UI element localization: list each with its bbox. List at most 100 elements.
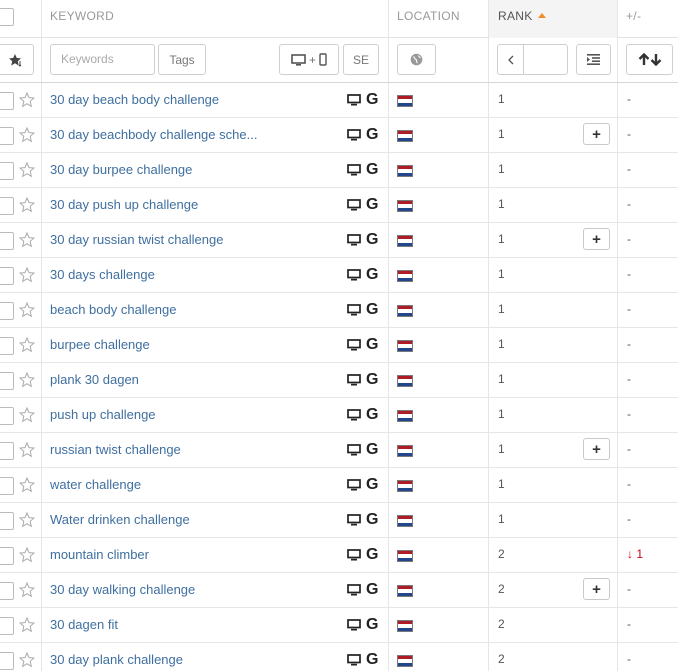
keyword-link[interactable]: beach body challenge xyxy=(50,293,335,326)
table-row[interactable]: 30 dagen fit G 2 - xyxy=(0,608,678,643)
row-checkbox[interactable] xyxy=(0,337,14,355)
table-row[interactable]: beach body challenge G 1 - xyxy=(0,293,678,328)
rank-change: - xyxy=(627,267,631,281)
location-column-header[interactable]: LOCATION xyxy=(397,0,460,38)
sort-ascending-icon xyxy=(537,13,546,18)
star-icon[interactable] xyxy=(19,547,35,563)
keyword-link[interactable]: russian twist challenge xyxy=(50,433,335,466)
table-row[interactable]: 30 days challenge G 1 - xyxy=(0,258,678,293)
table-row[interactable]: 30 day russian twist challenge G 1 + - xyxy=(0,223,678,258)
table-row[interactable]: 30 day beachbody challenge sche... G 1 +… xyxy=(0,118,678,153)
star-icon[interactable] xyxy=(19,652,35,668)
star-icon[interactable] xyxy=(19,162,35,178)
tags-button[interactable]: Tags xyxy=(158,44,206,75)
star-icon[interactable] xyxy=(19,337,35,353)
row-checkbox[interactable] xyxy=(0,652,14,670)
table-row[interactable]: water challenge G 1 - xyxy=(0,468,678,503)
plus-icon: + xyxy=(592,580,601,598)
rank-column-header[interactable]: RANK xyxy=(489,0,617,38)
table-row[interactable]: Water drinken challenge G 1 - xyxy=(0,503,678,538)
location-filter-button[interactable] xyxy=(397,44,436,75)
table-row[interactable]: plank 30 dagen G 1 - xyxy=(0,363,678,398)
keyword-link[interactable]: Water drinken challenge xyxy=(50,503,335,536)
star-icon[interactable] xyxy=(19,512,35,528)
keyword-link[interactable]: 30 dagen fit xyxy=(50,608,335,641)
keyword-link[interactable]: mountain climber xyxy=(50,538,335,571)
rank-value: 1 xyxy=(498,512,505,526)
starred-filter-button[interactable] xyxy=(0,44,34,75)
sort-change-button[interactable] xyxy=(626,44,673,75)
star-icon[interactable] xyxy=(19,197,35,213)
table-row[interactable]: 30 day plank challenge G 2 - xyxy=(0,643,678,671)
rank-change: ↓ 1 xyxy=(627,547,644,561)
rank-value: 1 xyxy=(498,197,505,211)
netherlands-flag-icon xyxy=(397,375,413,387)
keyword-link[interactable]: plank 30 dagen xyxy=(50,363,335,396)
table-row[interactable]: push up challenge G 1 - xyxy=(0,398,678,433)
chevron-left-icon[interactable] xyxy=(498,45,524,74)
table-row[interactable]: 30 day walking challenge G 2 + - xyxy=(0,573,678,608)
row-checkbox[interactable] xyxy=(0,547,14,565)
search-engine-filter-button[interactable]: SE xyxy=(343,44,379,75)
keywords-search-input[interactable]: Keywords xyxy=(50,44,155,75)
table-row[interactable]: 30 day burpee challenge G 1 - xyxy=(0,153,678,188)
keyword-link[interactable]: 30 day russian twist challenge xyxy=(50,223,335,256)
star-icon[interactable] xyxy=(19,617,35,633)
desktop-icon xyxy=(347,304,361,316)
table-row[interactable]: 30 day beach body challenge G 1 - xyxy=(0,83,678,118)
rank-value: 2 xyxy=(498,547,505,561)
table-row[interactable]: russian twist challenge G 1 + - xyxy=(0,433,678,468)
table-row[interactable]: burpee challenge G 1 - xyxy=(0,328,678,363)
star-icon[interactable] xyxy=(19,232,35,248)
change-column-header[interactable]: +/- xyxy=(626,0,641,38)
star-icon[interactable] xyxy=(19,407,35,423)
add-button[interactable]: + xyxy=(583,123,610,145)
keyword-link[interactable]: 30 day beachbody challenge sche... xyxy=(50,118,335,151)
row-checkbox[interactable] xyxy=(0,512,14,530)
keyword-link[interactable]: 30 day beach body challenge xyxy=(50,83,335,116)
rank-range-control[interactable] xyxy=(497,44,568,75)
table-row[interactable]: 30 day push up challenge G 1 - xyxy=(0,188,678,223)
rank-change: - xyxy=(627,442,631,456)
star-icon[interactable] xyxy=(19,442,35,458)
keyword-column-header[interactable]: KEYWORD xyxy=(50,0,114,38)
rank-change: - xyxy=(627,477,631,491)
keyword-link[interactable]: water challenge xyxy=(50,468,335,501)
keyword-link[interactable]: 30 day walking challenge xyxy=(50,573,335,606)
table-row[interactable]: mountain climber G 2 ↓ 1 xyxy=(0,538,678,573)
row-checkbox[interactable] xyxy=(0,267,14,285)
keyword-link[interactable]: 30 days challenge xyxy=(50,258,335,291)
star-icon[interactable] xyxy=(19,477,35,493)
google-engine-icon: G xyxy=(366,476,379,493)
rank-value: 1 xyxy=(498,477,505,491)
star-icon[interactable] xyxy=(19,92,35,108)
star-icon[interactable] xyxy=(19,582,35,598)
row-checkbox[interactable] xyxy=(0,442,14,460)
row-checkbox[interactable] xyxy=(0,127,14,145)
add-button[interactable]: + xyxy=(583,578,610,600)
add-button[interactable]: + xyxy=(583,438,610,460)
keyword-link[interactable]: 30 day push up challenge xyxy=(50,188,335,221)
row-checkbox[interactable] xyxy=(0,582,14,600)
row-checkbox[interactable] xyxy=(0,162,14,180)
keyword-link[interactable]: 30 day burpee challenge xyxy=(50,153,335,186)
row-checkbox[interactable] xyxy=(0,197,14,215)
star-icon[interactable] xyxy=(19,127,35,143)
keyword-link[interactable]: burpee challenge xyxy=(50,328,335,361)
row-checkbox[interactable] xyxy=(0,92,14,110)
select-all-checkbox[interactable] xyxy=(0,8,14,26)
device-filter-button[interactable]: + xyxy=(279,44,339,75)
row-checkbox[interactable] xyxy=(0,407,14,425)
keyword-link[interactable]: push up challenge xyxy=(50,398,335,431)
star-icon[interactable] xyxy=(19,302,35,318)
rank-list-button[interactable] xyxy=(576,44,611,75)
row-checkbox[interactable] xyxy=(0,477,14,495)
row-checkbox[interactable] xyxy=(0,232,14,250)
keyword-link[interactable]: 30 day plank challenge xyxy=(50,643,335,671)
star-icon[interactable] xyxy=(19,267,35,283)
row-checkbox[interactable] xyxy=(0,302,14,320)
add-button[interactable]: + xyxy=(583,228,610,250)
row-checkbox[interactable] xyxy=(0,617,14,635)
star-icon[interactable] xyxy=(19,372,35,388)
row-checkbox[interactable] xyxy=(0,372,14,390)
